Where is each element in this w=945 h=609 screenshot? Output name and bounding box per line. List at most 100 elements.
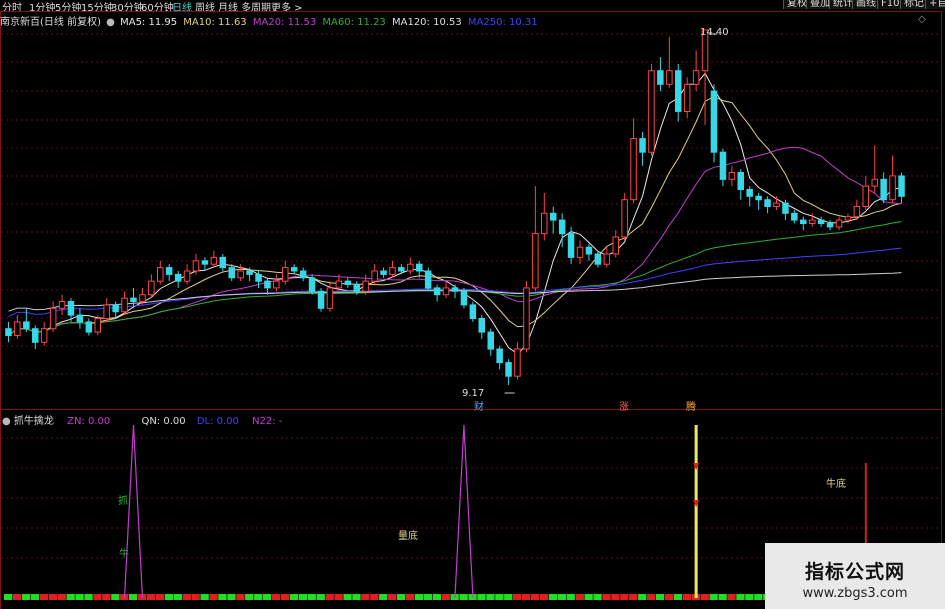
candle-down (710, 90, 718, 153)
signal-bar (66, 594, 75, 600)
candle-up (442, 287, 450, 296)
candle-down (130, 297, 137, 303)
signal-bar (271, 594, 281, 600)
signal-bar (754, 594, 763, 600)
signal-bar (700, 594, 709, 600)
candle-up (666, 70, 673, 85)
candle-down (308, 277, 316, 292)
candle-down (165, 267, 173, 275)
signal-bar (263, 594, 272, 600)
candle-down (469, 304, 477, 319)
candle-down (353, 284, 360, 292)
event-marker-rise[interactable]: 涨 (619, 398, 629, 413)
candle-up (49, 307, 57, 330)
indicator-info-bar: ● 抓牛擒龙 ZN: 0.00 QN: 0.00 DL: 0.00 N22: - (2, 412, 282, 427)
candle-down (299, 270, 307, 279)
signal-bar (93, 594, 102, 600)
signal-bar (209, 594, 218, 600)
signal-bar (379, 594, 388, 600)
candle-down (800, 219, 807, 225)
settings-circle-icon[interactable]: ● (106, 17, 115, 28)
candle-up (139, 294, 146, 303)
signal-bar (513, 594, 522, 600)
candle-down (496, 348, 503, 364)
candle-down (719, 151, 727, 180)
candle-up (630, 138, 637, 201)
candle-down (255, 273, 262, 282)
signal-bar (611, 594, 620, 600)
candle-down (451, 287, 459, 292)
n22-value: N22: - (252, 416, 283, 427)
candle-up (809, 219, 816, 225)
signal-bar (736, 594, 745, 600)
candle-down (398, 267, 405, 272)
signal-niudi-label: 牛底 (826, 479, 846, 490)
candle-up (576, 246, 584, 258)
signal-bar (638, 594, 647, 600)
candle-down (246, 270, 253, 275)
candle-down (737, 172, 744, 190)
signal-bar (432, 594, 441, 600)
signal-bar (405, 594, 415, 600)
candle-down (782, 202, 789, 214)
signal-arrow (693, 463, 700, 470)
signal-bar (39, 594, 48, 600)
signal-bar (647, 594, 656, 600)
candle-up (237, 270, 244, 279)
candle-up (94, 318, 101, 333)
candle-up (326, 287, 334, 309)
candle-down (219, 256, 226, 269)
signal-bar (593, 594, 602, 600)
candle-down (76, 314, 84, 323)
candle-down (817, 219, 825, 225)
signal-bar (191, 594, 200, 600)
event-marker-teng[interactable]: 腾 (686, 398, 696, 413)
candle-down (755, 195, 762, 201)
candle-up (103, 304, 110, 319)
signal-bar (289, 594, 299, 600)
candle-down (433, 287, 441, 296)
signal-bar (575, 594, 584, 600)
signal-bar (673, 594, 683, 600)
signal-bar (486, 594, 495, 600)
signal-liangdi-label: 量底 (398, 531, 418, 542)
ma5-line (8, 72, 902, 355)
candle-up (621, 199, 628, 238)
signal-bar (727, 594, 736, 600)
candle-up (210, 256, 218, 265)
candle-up (853, 206, 861, 218)
signal-bar (602, 594, 611, 600)
candle-down (317, 290, 325, 309)
settings-circle-icon[interactable]: ● (2, 416, 11, 427)
signal-bar (200, 594, 209, 600)
candle-down (67, 301, 75, 316)
ma5-value: MA5: 11.95 (120, 17, 178, 28)
signal-bar (361, 594, 370, 600)
zn-value: ZN: 0.00 (67, 416, 111, 427)
candle-down (791, 212, 798, 221)
candle-up (407, 263, 414, 272)
signal-bar (388, 594, 397, 600)
candle-down (424, 270, 432, 289)
candle-up (871, 178, 878, 187)
candle-up (603, 253, 611, 265)
signal-bar (629, 594, 638, 600)
corner-diamond-icon[interactable]: ◇ (918, 14, 926, 25)
signal-bar (182, 594, 191, 600)
signal-bar (84, 594, 93, 600)
candle-up (282, 267, 289, 282)
candle-down (594, 253, 602, 265)
kline-chart[interactable] (0, 0, 945, 609)
candle-up (692, 70, 700, 85)
candle-down (585, 246, 593, 255)
main-info-bar: 南京新百(日线 前复权) ● MA5: 11.95 MA10: 11.63 MA… (0, 13, 538, 28)
candle-up (532, 233, 539, 289)
ma10-value: MA10: 11.63 (183, 17, 247, 28)
indicator-name: 抓牛擒龙 (13, 416, 54, 427)
candle-up (844, 216, 852, 221)
event-marker-finance[interactable]: 财 (474, 398, 484, 413)
candle-up (148, 280, 155, 296)
signal-bar (21, 594, 31, 600)
candle-down (228, 267, 235, 279)
candle-up (335, 280, 343, 289)
